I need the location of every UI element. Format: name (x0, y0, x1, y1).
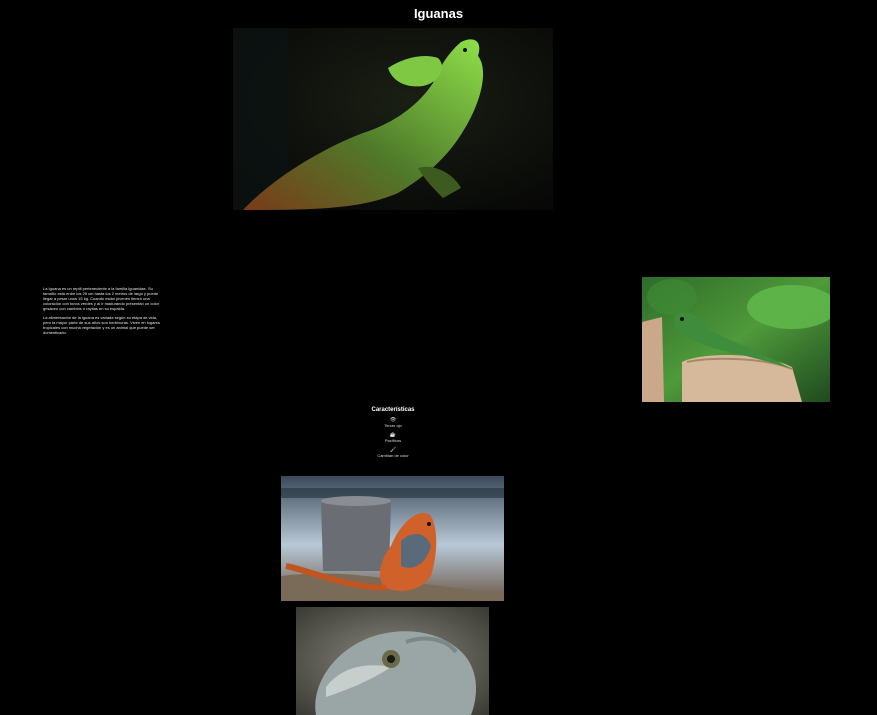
feature-label: Tercer ojo (384, 423, 402, 428)
feature-item-third-eye: 👁 Tercer ojo (343, 417, 443, 429)
intro-paragraph-2: La alimentación de la iguana es variada … (43, 315, 160, 335)
features-section: Características 👁 Tercer ojo ☕ Pacíficos… (343, 407, 443, 462)
feature-label: Pacíficos (384, 438, 402, 443)
iguana-face-image (296, 607, 489, 715)
feature-item-color-change: 🖌 Cambian de color (343, 447, 443, 459)
beach-iguana-image (281, 476, 504, 601)
feature-label: Cambian de color (377, 453, 409, 458)
hero-iguana-image (233, 28, 553, 210)
page-title: Iguanas (413, 6, 464, 21)
side-lizard-image (642, 277, 830, 402)
feature-item-peaceful: ☕ Pacíficos (343, 432, 443, 444)
features-heading: Características (371, 407, 415, 413)
intro-text: La Iguana es un reptil perteneciente a l… (43, 286, 163, 339)
intro-paragraph-1: La Iguana es un reptil perteneciente a l… (43, 286, 160, 311)
